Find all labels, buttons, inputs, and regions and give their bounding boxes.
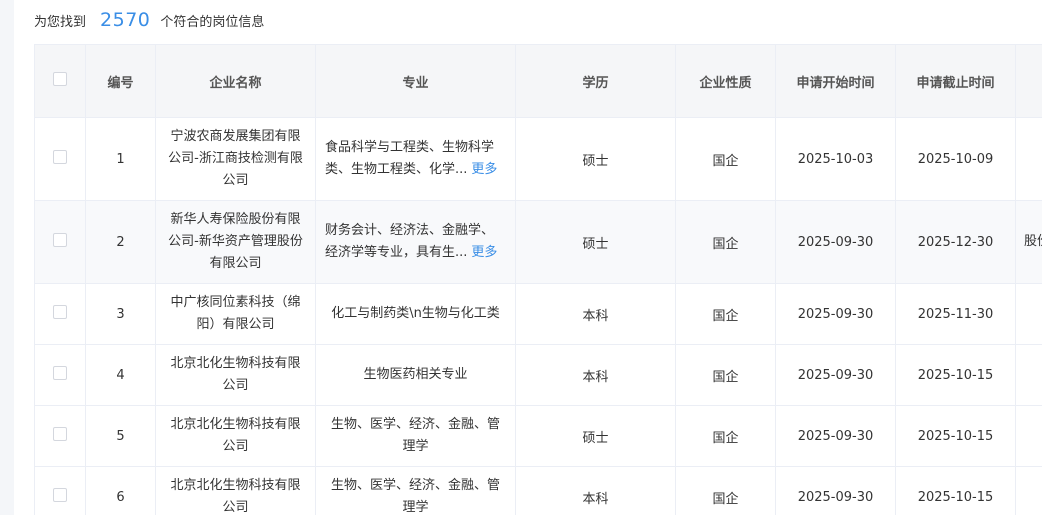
cell-select[interactable]: [34, 466, 86, 515]
cell-index: 5: [85, 405, 156, 467]
cell-end-date: 2025-12-30: [895, 200, 1016, 284]
cell-major: 生物、医学、经济、金融、管理学: [315, 466, 516, 515]
cell-company: 宁波农商发展集团有限公司-浙江商技检测有限公司: [155, 117, 316, 201]
cell-company: 北京北化生物科技有限公司: [155, 344, 316, 406]
cell-nature: 国企: [675, 117, 776, 201]
cell-nature: 国企: [675, 283, 776, 345]
table-row[interactable]: 2 新华人寿保险股份有限公司-新华资产管理股份有限公司 财务会计、经济法、金融学、经…: [34, 200, 1042, 284]
cell-start-date: 2025-10-03: [775, 117, 896, 201]
table-row[interactable]: 4 北京北化生物科技有限公司 生物医药相关专业 本科 国企 2025-09-30 2025-…: [34, 344, 1042, 406]
cell-nature: 国企: [675, 405, 776, 467]
cell-degree: 硕士: [515, 405, 676, 467]
cell-select[interactable]: [34, 283, 86, 345]
header-nature: 企业性质: [675, 44, 776, 118]
table-row[interactable]: 5 北京北化生物科技有限公司 生物、医学、经济、金融、管理学 硕士 国企 2025-09-…: [34, 405, 1042, 467]
cell-degree: 本科: [515, 283, 676, 345]
header-overflow: [1015, 44, 1042, 118]
cell-start-date: 2025-09-30: [775, 344, 896, 406]
row-checkbox[interactable]: [53, 427, 67, 441]
left-sidebar-strip: [0, 0, 14, 515]
cell-major: 化工与制药类\n生物与化工类: [315, 283, 516, 345]
cell-index: 1: [85, 117, 156, 201]
row-checkbox[interactable]: [53, 150, 67, 164]
cell-index: 2: [85, 200, 156, 284]
cell-end-date: 2025-10-09: [895, 117, 1016, 201]
cell-major: 食品科学与工程类、生物科学类、生物工程类、化学... 更多: [315, 117, 516, 201]
summary-prefix: 为您找到: [34, 14, 87, 30]
result-count: 2570: [100, 9, 151, 31]
table-header-row: 编号 企业名称 专业 学历 企业性质 申请开始时间 申请截止时间: [34, 44, 1042, 118]
result-summary: 为您找到 2570 个符合的岗位信息: [34, 6, 264, 34]
row-checkbox[interactable]: [53, 305, 67, 319]
cell-degree: 本科: [515, 344, 676, 406]
cell-nature: 国企: [675, 466, 776, 515]
job-table: 编号 企业名称 专业 学历 企业性质 申请开始时间 申请截止时间 1 宁波农商发展…: [34, 44, 1042, 515]
cell-select[interactable]: [34, 405, 86, 467]
cell-overflow: [1015, 283, 1042, 345]
header-company: 企业名称: [155, 44, 316, 118]
cell-end-date: 2025-11-30: [895, 283, 1016, 345]
cell-overflow: 股份部: [1015, 200, 1042, 284]
cell-major: 生物医药相关专业: [315, 344, 516, 406]
cell-overflow: [1015, 405, 1042, 467]
row-checkbox[interactable]: [53, 233, 67, 247]
summary-suffix: 个符合的岗位信息: [160, 14, 265, 30]
select-all-checkbox[interactable]: [53, 72, 67, 86]
header-select-all[interactable]: [34, 44, 86, 118]
table-row[interactable]: 3 中广核同位素科技（绵阳）有限公司 化工与制药类\n生物与化工类 本科 国企 2025-…: [34, 283, 1042, 345]
cell-select[interactable]: [34, 344, 86, 406]
job-table-container: 编号 企业名称 专业 学历 企业性质 申请开始时间 申请截止时间 1 宁波农商发展…: [34, 44, 1042, 515]
header-major: 专业: [315, 44, 516, 118]
cell-select[interactable]: [34, 200, 86, 284]
table-row[interactable]: 1 宁波农商发展集团有限公司-浙江商技检测有限公司 食品科学与工程类、生物科学类、生…: [34, 117, 1042, 201]
cell-start-date: 2025-09-30: [775, 200, 896, 284]
cell-start-date: 2025-09-30: [775, 466, 896, 515]
cell-end-date: 2025-10-15: [895, 466, 1016, 515]
header-degree: 学历: [515, 44, 676, 118]
cell-company: 北京北化生物科技有限公司: [155, 466, 316, 515]
row-checkbox[interactable]: [53, 366, 67, 380]
cell-company: 新华人寿保险股份有限公司-新华资产管理股份有限公司: [155, 200, 316, 284]
cell-major: 生物、医学、经济、金融、管理学: [315, 405, 516, 467]
header-index: 编号: [85, 44, 156, 118]
cell-overflow: [1015, 344, 1042, 406]
cell-major: 财务会计、经济法、金融学、经济学等专业，具有生... 更多: [315, 200, 516, 284]
cell-nature: 国企: [675, 200, 776, 284]
table-row[interactable]: 6 北京北化生物科技有限公司 生物、医学、经济、金融、管理学 本科 国企 2025-09-…: [34, 466, 1042, 515]
cell-end-date: 2025-10-15: [895, 405, 1016, 467]
header-end-date: 申请截止时间: [895, 44, 1016, 118]
cell-nature: 国企: [675, 344, 776, 406]
cell-index: 4: [85, 344, 156, 406]
row-checkbox[interactable]: [53, 488, 67, 502]
major-text: 食品科学与工程类、生物科学类、生物工程类、化学...: [325, 140, 495, 177]
cell-index: 3: [85, 283, 156, 345]
cell-company: 中广核同位素科技（绵阳）有限公司: [155, 283, 316, 345]
table-body: 1 宁波农商发展集团有限公司-浙江商技检测有限公司 食品科学与工程类、生物科学类、生…: [34, 117, 1042, 515]
major-text: 财务会计、经济法、金融学、经济学等专业，具有生...: [325, 223, 495, 260]
cell-select[interactable]: [34, 117, 86, 201]
cell-degree: 本科: [515, 466, 676, 515]
cell-degree: 硕士: [515, 200, 676, 284]
cell-degree: 硕士: [515, 117, 676, 201]
cell-overflow: [1015, 117, 1042, 201]
cell-overflow: [1015, 466, 1042, 515]
cell-end-date: 2025-10-15: [895, 344, 1016, 406]
cell-start-date: 2025-09-30: [775, 283, 896, 345]
cell-index: 6: [85, 466, 156, 515]
more-link[interactable]: 更多: [471, 245, 497, 260]
cell-company: 北京北化生物科技有限公司: [155, 405, 316, 467]
header-start-date: 申请开始时间: [775, 44, 896, 118]
cell-start-date: 2025-09-30: [775, 405, 896, 467]
more-link[interactable]: 更多: [471, 162, 497, 177]
